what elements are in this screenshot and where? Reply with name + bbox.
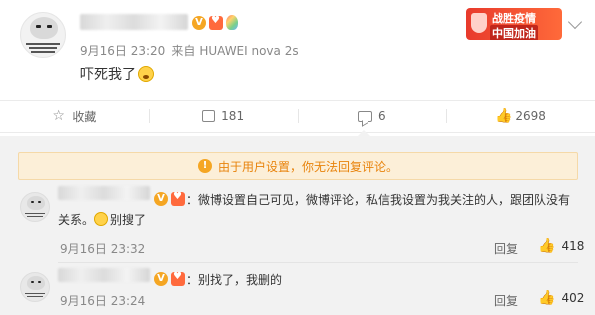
comment-time: 9月16日 23:24 (60, 294, 146, 308)
comment-text: ：别找了，我删的 (186, 273, 283, 287)
avatar-caption-line (27, 296, 43, 297)
comment-time: 9月16日 23:32 (60, 242, 146, 256)
star-icon: ☆ (52, 108, 65, 124)
comment-icon (358, 110, 373, 122)
warning-icon: ! (197, 159, 212, 173)
fan-badge-icon (171, 271, 185, 286)
like-icon: 👍 (495, 108, 513, 124)
reply-button[interactable]: 回复 (494, 292, 518, 309)
avatar-caption-line (31, 51, 55, 53)
share-icon (202, 110, 216, 122)
meme-face-icon (27, 276, 45, 290)
promo-banner[interactable]: 战胜疫情 中国加油 (466, 8, 562, 40)
favorite-button[interactable]: ☆ 收藏 (0, 100, 149, 132)
reply-restricted-notice: ! 由于用户设置，你无法回复评论。 (18, 152, 578, 180)
shocked-emoji-icon (138, 66, 154, 82)
favorite-label: 收藏 (72, 109, 97, 124)
meme-face-icon (30, 17, 58, 39)
chevron-down-icon[interactable] (567, 14, 583, 30)
comment-text-cont: 关系。 别搜了 (58, 212, 147, 227)
comment-like-button[interactable]: 👍 418 (538, 238, 584, 254)
promo-line2: 中国加油 (490, 25, 538, 40)
comment-avatar[interactable] (20, 272, 50, 302)
avatar-caption-line (26, 43, 60, 45)
laugh-cry-emoji-icon (94, 212, 109, 226)
comment-badges: V (154, 191, 185, 206)
comment-like-count: 402 (561, 291, 585, 305)
comment-like-button[interactable]: 👍 402 (538, 290, 584, 306)
like-count: 2698 (515, 109, 546, 123)
fan-badge-icon (171, 191, 185, 206)
bulb-badge-icon (226, 15, 238, 30)
post-avatar[interactable] (20, 12, 66, 58)
meme-face-icon (27, 196, 45, 210)
reply-button[interactable]: 回复 (494, 240, 518, 257)
comment-area: ! 由于用户设置，你无法回复评论。 V ：微博设置自己可见，微博评论，私信我设置… (0, 136, 595, 315)
post-meta: 9月16日 23:20 来自 HUAWEI nova 2s (80, 42, 299, 59)
notice-text: 由于用户设置，你无法回复评论。 (217, 159, 398, 174)
verified-v-icon: V (192, 15, 206, 30)
like-icon: 👍 (538, 238, 556, 254)
avatar-caption-line (29, 47, 57, 49)
comment-button[interactable]: 6 (297, 100, 447, 132)
comment-divider (58, 262, 578, 263)
post-text: 吓死我了 (80, 64, 154, 84)
post-device[interactable]: HUAWEI nova 2s (199, 44, 298, 58)
post-badges: V (192, 15, 238, 30)
like-button[interactable]: 👍 2698 (446, 100, 595, 132)
post-source-label: 来自 (171, 44, 196, 58)
comment-avatar[interactable] (20, 192, 50, 222)
fan-badge-icon (209, 15, 223, 30)
action-bar: ☆ 收藏 181 6 👍 2698 (0, 100, 595, 132)
comment-text: ：微博设置自己可见，微博评论，私信我设置为我关注的人，跟团队没有 (186, 193, 571, 207)
verified-v-icon: V (154, 272, 168, 286)
promo-line1: 战胜疫情 (492, 12, 536, 25)
verified-v-icon: V (154, 192, 168, 206)
comment-username-blurred[interactable] (58, 268, 150, 282)
repost-count: 181 (221, 109, 245, 123)
comment-like-count: 418 (561, 239, 585, 253)
avatar-caption-line (25, 213, 45, 214)
divider (0, 132, 595, 133)
repost-button[interactable]: 181 (148, 100, 298, 132)
post-username-blurred[interactable] (80, 14, 188, 30)
like-icon: 👍 (538, 290, 556, 306)
comment-username-blurred[interactable] (58, 186, 150, 200)
shield-icon (471, 13, 487, 33)
post-time: 9月16日 23:20 (80, 44, 166, 58)
comment-badges: V (154, 271, 185, 286)
avatar-caption-line (27, 216, 43, 217)
comment-count: 6 (378, 109, 386, 123)
avatar-caption-line (25, 293, 45, 294)
